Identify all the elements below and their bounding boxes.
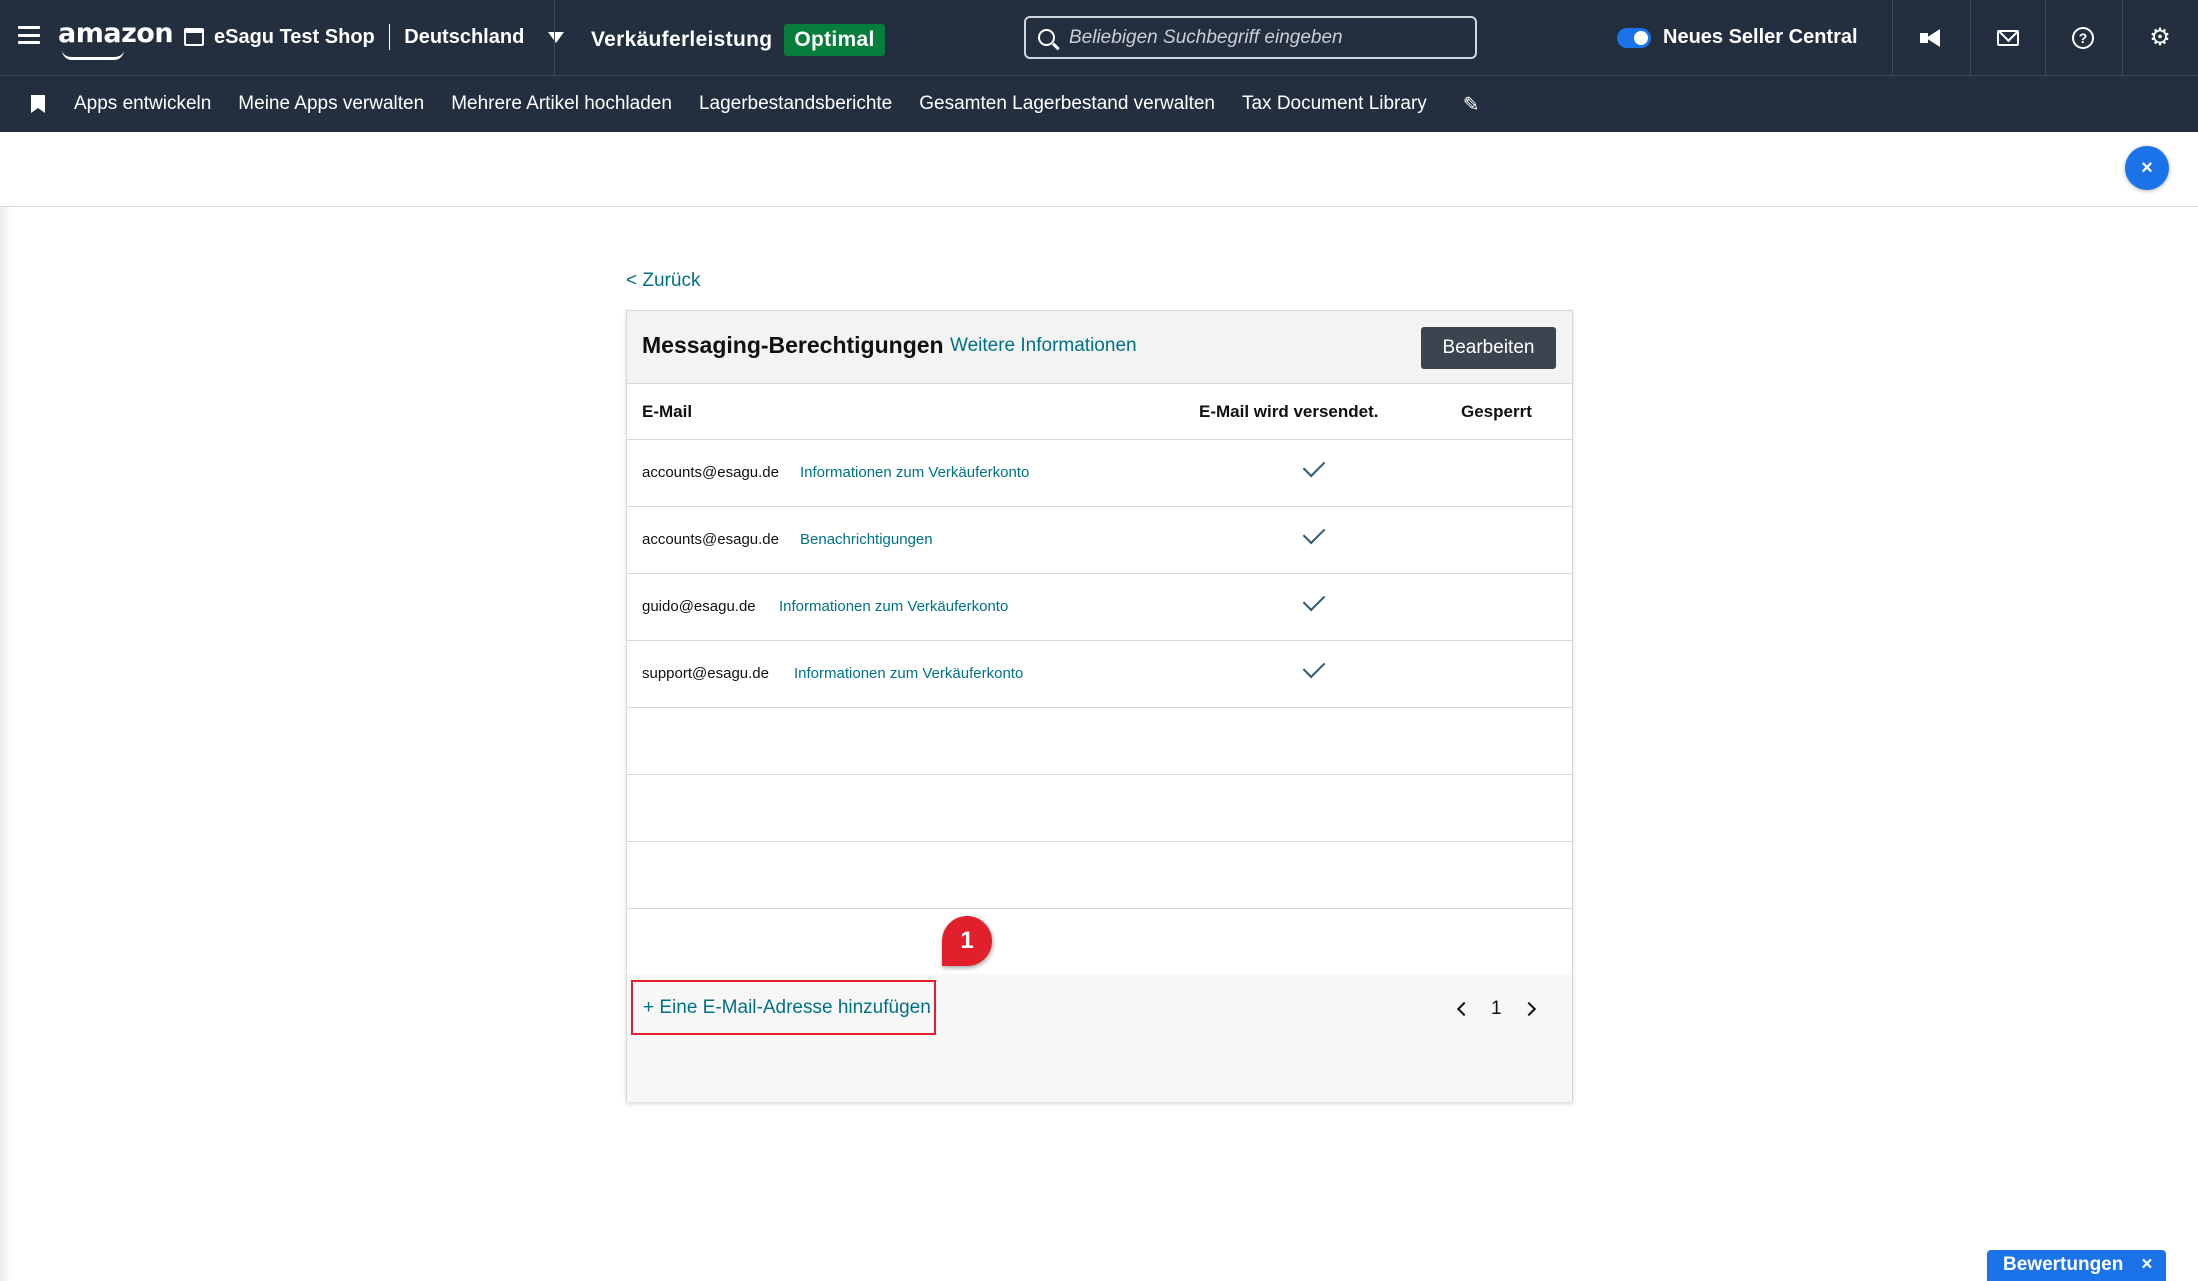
row-topic-link[interactable]: Informationen zum Verkäuferkonto xyxy=(800,464,1029,481)
ratings-close-icon[interactable]: × xyxy=(2141,1254,2152,1281)
messages-button[interactable] xyxy=(1970,0,2045,75)
settings-button[interactable]: ⚙ xyxy=(2122,0,2197,75)
toggle-label: Neues Seller Central xyxy=(1663,26,1858,48)
card-header: Messaging-Berechtigungen Weitere Informa… xyxy=(627,311,1572,384)
new-seller-central-toggle[interactable]: Neues Seller Central xyxy=(1617,26,1858,49)
search-box[interactable] xyxy=(1024,16,1477,59)
nav-link-artikel-hochladen[interactable]: Mehrere Artikel hochladen xyxy=(451,93,672,115)
table-row: guido@esagu.de Informationen zum Verkäuf… xyxy=(627,574,1572,641)
store-selector[interactable]: eSagu Test Shop Deutschland xyxy=(184,24,565,50)
store-name: eSagu Test Shop xyxy=(214,25,375,48)
close-button[interactable]: × xyxy=(2125,146,2169,190)
logo-text: amazon xyxy=(58,18,174,49)
checkmark-icon xyxy=(1302,521,1326,545)
row-email: support@esagu.de xyxy=(642,665,769,682)
top-bar: amazon eSagu Test Shop Deutschland Verkä… xyxy=(0,0,2198,75)
left-edge-shade xyxy=(0,207,12,1281)
hamburger-menu-icon[interactable] xyxy=(18,26,40,44)
chevron-right-icon[interactable] xyxy=(1521,1001,1536,1017)
search-input[interactable] xyxy=(1069,26,1449,49)
row-topic-link[interactable]: Benachrichtigungen xyxy=(800,531,933,548)
marketplace-name: Deutschland xyxy=(404,25,525,48)
sub-header xyxy=(0,132,2198,207)
mail-icon xyxy=(1997,29,2019,46)
caret-down-icon xyxy=(548,31,565,43)
column-blocked: Gesperrt xyxy=(1461,402,1532,421)
performance-badge: Optimal xyxy=(784,24,885,56)
edit-button[interactable]: Bearbeiten xyxy=(1421,327,1556,369)
add-email-link[interactable]: + Eine E-Mail-Adresse hinzufügen xyxy=(631,980,936,1035)
help-icon: ? xyxy=(2072,26,2094,49)
pagination: 1 xyxy=(1456,998,1536,1020)
back-link[interactable]: < Zurück xyxy=(626,270,700,292)
row-email: accounts@esagu.de xyxy=(642,464,779,481)
empty-table-row xyxy=(627,909,1572,976)
checkmark-icon xyxy=(1302,655,1326,679)
row-email: guido@esagu.de xyxy=(642,598,756,615)
column-sent: E-Mail wird versendet. xyxy=(1199,402,1379,421)
more-info-link[interactable]: Weitere Informationen xyxy=(950,335,1137,357)
card-footer: + Eine E-Mail-Adresse hinzufügen 1 xyxy=(627,974,1572,1102)
bookmark-nav-bar: Apps entwickeln Meine Apps verwalten Meh… xyxy=(0,75,2198,132)
table-row: accounts@esagu.de Benachrichtigungen xyxy=(627,507,1572,574)
announcements-button[interactable] xyxy=(1892,0,1967,75)
bookmark-icon[interactable] xyxy=(31,95,45,113)
row-email: accounts@esagu.de xyxy=(642,531,779,548)
store-separator xyxy=(388,24,391,50)
logo-smile xyxy=(62,50,124,60)
nav-link-tax-document-library[interactable]: Tax Document Library xyxy=(1242,93,1427,115)
empty-table-row xyxy=(627,842,1572,909)
row-topic-link[interactable]: Informationen zum Verkäuferkonto xyxy=(779,598,1008,615)
performance-label: Verkäuferleistung xyxy=(591,28,773,51)
gear-icon: ⚙ xyxy=(2149,23,2171,51)
checkmark-icon xyxy=(1302,454,1326,478)
nav-link-apps-entwickeln[interactable]: Apps entwickeln xyxy=(74,93,211,115)
table-row: accounts@esagu.de Informationen zum Verk… xyxy=(627,440,1572,507)
divider xyxy=(554,0,555,75)
help-button[interactable]: ? xyxy=(2045,0,2120,75)
table-header: E-Mail E-Mail wird versendet. Gesperrt xyxy=(627,384,1572,440)
page-number[interactable]: 1 xyxy=(1491,998,1502,1020)
checkmark-icon xyxy=(1302,588,1326,612)
nav-link-lagerbestand-verwalten[interactable]: Gesamten Lagerbestand verwalten xyxy=(919,93,1215,115)
card-title: Messaging-Berechtigungen xyxy=(642,332,944,358)
toggle-switch[interactable] xyxy=(1617,27,1651,48)
amazon-logo[interactable]: amazon xyxy=(58,18,174,60)
search-icon xyxy=(1038,29,1055,46)
annotation-callout: 1 xyxy=(942,916,992,966)
empty-table-row xyxy=(627,775,1572,842)
messaging-permissions-card: Messaging-Berechtigungen Weitere Informa… xyxy=(626,310,1573,1102)
edit-bookmarks-icon[interactable]: ✎ xyxy=(1463,92,1480,117)
ratings-tab[interactable]: Bewertungen × xyxy=(1987,1250,2167,1281)
empty-table-row xyxy=(627,708,1572,775)
store-icon xyxy=(184,28,204,46)
column-email: E-Mail xyxy=(642,402,693,421)
table-row: support@esagu.de Informationen zum Verkä… xyxy=(627,641,1572,708)
seller-performance[interactable]: Verkäuferleistung Optimal xyxy=(591,24,885,56)
ratings-label: Bewertungen xyxy=(2003,1254,2124,1275)
megaphone-icon xyxy=(1918,28,1942,47)
nav-link-lagerbestandsberichte[interactable]: Lagerbestandsberichte xyxy=(699,93,892,115)
nav-link-meine-apps[interactable]: Meine Apps verwalten xyxy=(238,93,424,115)
chevron-left-icon[interactable] xyxy=(1456,1001,1472,1017)
row-topic-link[interactable]: Informationen zum Verkäuferkonto xyxy=(794,665,1023,682)
